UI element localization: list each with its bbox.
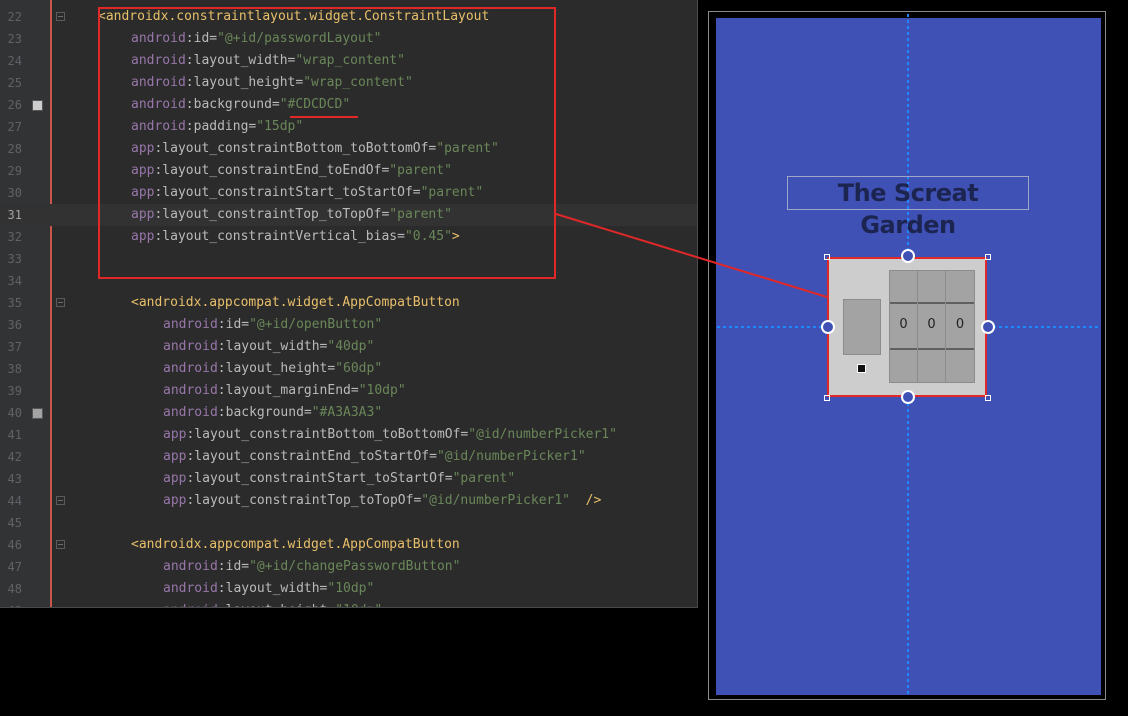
line-number: 37 <box>7 340 22 354</box>
change-password-button[interactable] <box>857 364 866 373</box>
code-line[interactable]: 41 app:layout_constraintBottom_toBottomOf… <box>0 424 697 446</box>
fold-toggle-icon[interactable] <box>56 540 65 549</box>
picker-value: 0 <box>927 317 936 332</box>
line-number: 36 <box>7 318 22 332</box>
constraint-start <box>717 326 827 328</box>
resize-handle-bottom-left[interactable] <box>824 395 830 401</box>
line-number: 26 <box>7 98 22 112</box>
code-text: android:layout_width="40dp" <box>163 339 375 354</box>
fold-toggle-icon[interactable] <box>56 298 65 307</box>
color-swatch-icon[interactable] <box>32 100 43 111</box>
number-picker-2[interactable]: 0 <box>918 271 946 382</box>
fold-toggle-icon[interactable] <box>56 12 65 21</box>
line-number: 35 <box>7 296 22 310</box>
code-line[interactable]: 46 <androidx.appcompat.widget.AppCompatBu… <box>0 534 697 556</box>
resize-handle-top-left[interactable] <box>824 254 830 260</box>
line-number: 33 <box>7 252 22 266</box>
line-number: 30 <box>7 186 22 200</box>
code-text: app:layout_constraintBottom_toBottomOf="… <box>163 427 617 442</box>
line-number: 46 <box>7 538 22 552</box>
line-number: 23 <box>7 32 22 46</box>
line-number: 40 <box>7 406 22 420</box>
code-line[interactable]: 37 android:layout_width="40dp" <box>0 336 697 358</box>
fold-toggle-icon[interactable] <box>56 496 65 505</box>
code-line[interactable]: 43 app:layout_constraintStart_toStartOf="… <box>0 468 697 490</box>
line-number: 24 <box>7 54 22 68</box>
constraint-end <box>987 326 1100 328</box>
code-text: <androidx.appcompat.widget.AppCompatButt… <box>131 537 460 552</box>
app-title-text[interactable]: The Screat Garden <box>787 176 1029 239</box>
line-number: 43 <box>7 472 22 486</box>
resize-handle-top-right[interactable] <box>985 254 991 260</box>
code-line[interactable]: 45 <box>0 512 697 534</box>
code-line[interactable]: 39 android:layout_marginEnd="10dp" <box>0 380 697 402</box>
top-anchor-handle[interactable] <box>901 249 915 263</box>
code-text: android:id="@+id/changePasswordButton" <box>163 559 461 574</box>
line-number: 25 <box>7 76 22 90</box>
code-line[interactable]: 47 android:id="@+id/changePasswordButton" <box>0 556 697 578</box>
background-value-underline <box>290 116 358 118</box>
code-line[interactable]: 44 app:layout_constraintTop_toTopOf="@id/… <box>0 490 697 512</box>
constraint-bottom <box>907 397 909 694</box>
start-anchor-handle[interactable] <box>821 320 835 334</box>
number-picker-1[interactable]: 0 <box>890 271 918 382</box>
code-text: android:background="#A3A3A3" <box>163 405 383 420</box>
line-number: 39 <box>7 384 22 398</box>
code-text: app:layout_constraintTop_toTopOf="@id/nu… <box>163 493 602 508</box>
code-text: app:layout_constraintEnd_toStartOf="@id/… <box>163 449 586 464</box>
line-number: 27 <box>7 120 22 134</box>
line-number: 32 <box>7 230 22 244</box>
highlight-box-constraintlayout <box>98 7 556 279</box>
line-number: 34 <box>7 274 22 288</box>
line-number: 48 <box>7 582 22 596</box>
code-text: app:layout_constraintStart_toStartOf="pa… <box>163 471 516 486</box>
picker-value: 0 <box>899 317 908 332</box>
open-button[interactable] <box>843 299 881 355</box>
code-line[interactable]: 48 android:layout_width="10dp" <box>0 578 697 600</box>
code-text: android:layout_height="60dp" <box>163 361 383 376</box>
code-editor[interactable]: 22 <androidx.constraintlayout.widget.Cons… <box>0 0 698 608</box>
line-number: 44 <box>7 494 22 508</box>
line-number: 31 <box>7 208 22 222</box>
code-text: android:id="@+id/openButton" <box>163 317 383 332</box>
number-picker-group: 0 0 0 <box>889 270 975 383</box>
line-number: 22 <box>7 10 22 24</box>
line-number: 49 <box>0 600 22 607</box>
picker-value: 0 <box>955 317 965 332</box>
code-text: <androidx.appcompat.widget.AppCompatButt… <box>131 295 460 310</box>
line-number: 45 <box>7 516 22 530</box>
code-line[interactable]: 35 <androidx.appcompat.widget.AppCompatBu… <box>0 292 697 314</box>
line-number: 47 <box>7 560 22 574</box>
code-line[interactable]: 49 android:layout_height="10dp" <box>0 600 697 607</box>
line-number: 38 <box>7 362 22 376</box>
code-text: android:layout_width="10dp" <box>163 581 375 596</box>
bottom-anchor-handle[interactable] <box>901 390 915 404</box>
resize-handle-bottom-right[interactable] <box>985 395 991 401</box>
code-line[interactable]: 40 android:background="#A3A3A3" <box>0 402 697 424</box>
code-line[interactable]: 36 android:id="@+id/openButton" <box>0 314 697 336</box>
line-number: 41 <box>7 428 22 442</box>
color-swatch-icon[interactable] <box>32 408 43 419</box>
end-anchor-handle[interactable] <box>981 320 995 334</box>
code-text: android:layout_marginEnd="10dp" <box>163 383 406 398</box>
number-picker-3[interactable]: 0 <box>946 271 974 382</box>
code-line[interactable]: 42 app:layout_constraintEnd_toStartOf="@i… <box>0 446 697 468</box>
line-number: 29 <box>7 164 22 178</box>
code-line[interactable]: 38 android:layout_height="60dp" <box>0 358 697 380</box>
line-number: 42 <box>7 450 22 464</box>
code-text: android:layout_height="10dp" <box>163 600 382 607</box>
line-number: 28 <box>7 142 22 156</box>
